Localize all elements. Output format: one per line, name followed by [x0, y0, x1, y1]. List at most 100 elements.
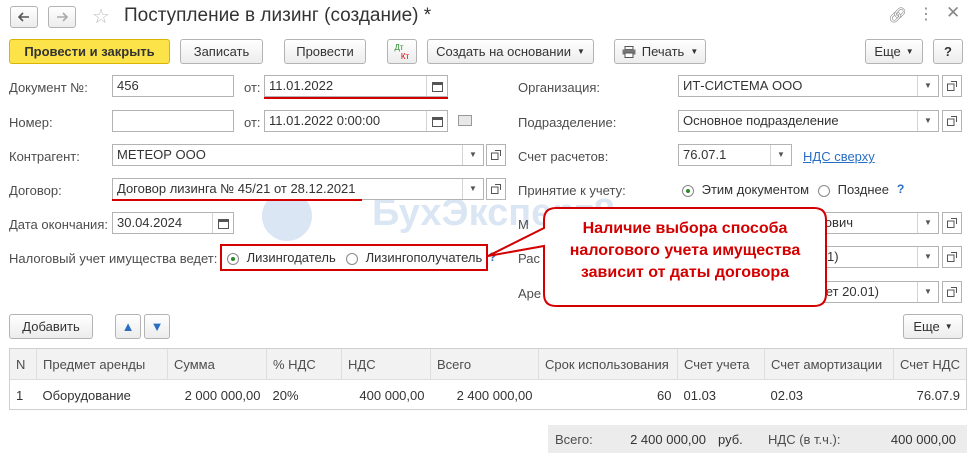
col-account[interactable]: Счет учета [677, 349, 765, 380]
col-n[interactable]: N [10, 349, 37, 380]
col-usage-term[interactable]: Срок использования [538, 349, 678, 380]
col-vat-rate[interactable]: % НДС [266, 349, 342, 380]
forward-button[interactable] [48, 6, 76, 28]
contract-field[interactable]: Договор лизинга № 45/21 от 28.12.2021 ▼ [112, 178, 484, 200]
more-label: Еще [874, 44, 901, 59]
move-down-button[interactable]: ▼ [144, 314, 170, 339]
callout-text: Наличие выбора способа налогового учета … [569, 220, 801, 281]
col-vat-account[interactable]: Счет НДС [893, 349, 966, 380]
calendar-icon[interactable] [426, 76, 447, 96]
col-depreciation-account[interactable]: Счет амортизации [764, 349, 894, 380]
help-button[interactable]: ? [933, 39, 963, 64]
save-button[interactable]: Записать [180, 39, 263, 64]
counterparty-field[interactable]: МЕТЕОР ООО ▼ [112, 144, 484, 166]
chevron-down-icon[interactable]: ▼ [917, 213, 938, 233]
calendar-icon[interactable] [212, 213, 233, 233]
chevron-down-icon: ▼ [576, 47, 585, 56]
vat-total-value: 400 000,00 [890, 432, 956, 447]
close-icon[interactable]: ✕ [946, 3, 960, 23]
post-button[interactable]: Провести [284, 39, 366, 64]
organization-label: Организация: [518, 80, 601, 95]
arrow-left-icon [18, 12, 29, 22]
open-icon [947, 218, 957, 228]
print-button[interactable]: Печать ▼ [614, 39, 706, 64]
open-icon [947, 252, 957, 262]
menu-dots-icon[interactable]: ⋮ [918, 4, 934, 24]
doc-date-value: 11.01.2022 [269, 78, 334, 93]
cell-depreciation-account: 02.03 [770, 387, 804, 403]
doc-date-field[interactable]: 11.01.2022 [264, 75, 448, 97]
tax-option-lessor[interactable]: Лизингодатель [227, 250, 336, 265]
print-label: Печать [641, 44, 685, 59]
chevron-down-icon[interactable]: ▼ [917, 111, 938, 131]
tax-option-lessee-label: Лизингополучатель [365, 250, 483, 265]
organization-field[interactable]: ИТ-СИСТЕМА ООО ▼ [678, 75, 939, 97]
dt-kt-button[interactable]: Дт Кт [387, 39, 417, 64]
col-total[interactable]: Всего [430, 349, 539, 380]
accept-option-this-document[interactable]: Этим документом [682, 182, 809, 197]
table-more-label: Еще [913, 319, 940, 334]
doc-no-field[interactable]: 456 [112, 75, 234, 97]
open-contract-button[interactable] [486, 178, 506, 200]
items-table: N Предмет аренды Сумма % НДС НДС Всего С… [10, 349, 966, 410]
col-item[interactable]: Предмет аренды [36, 349, 168, 380]
col-vat[interactable]: НДС [341, 349, 431, 380]
scan-document-icon[interactable] [458, 115, 472, 126]
chevron-down-icon[interactable]: ▼ [462, 145, 483, 165]
chevron-down-icon[interactable]: ▼ [917, 76, 938, 96]
table-more-button[interactable]: Еще ▼ [903, 314, 963, 339]
number-field[interactable] [112, 110, 234, 132]
chevron-down-icon[interactable]: ▼ [462, 179, 483, 199]
vat-on-top-link[interactable]: НДС сверху [803, 149, 875, 164]
open-row5-button[interactable] [942, 212, 962, 234]
tax-option-lessor-label: Лизингодатель [246, 250, 336, 265]
cell-total: 2 400 000,00 [456, 387, 533, 403]
open-icon [947, 287, 957, 297]
chevron-down-icon[interactable]: ▼ [917, 282, 938, 302]
open-row7-button[interactable] [942, 281, 962, 303]
cell-vat-account: 76.07.9 [916, 387, 960, 403]
settlement-account-field[interactable]: 76.07.1 ▼ [678, 144, 792, 166]
cell-usage-term: 60 [657, 387, 672, 403]
more-button[interactable]: Еще ▼ [865, 39, 923, 64]
open-organization-button[interactable] [942, 75, 962, 97]
tax-option-lessee[interactable]: Лизингополучатель [346, 250, 482, 265]
cell-n: 1 [16, 387, 24, 403]
doc-date-highlight [264, 97, 448, 99]
create-based-on-label: Создать на основании [436, 44, 571, 59]
open-counterparty-button[interactable] [486, 144, 506, 166]
calendar-icon[interactable] [426, 111, 447, 131]
chevron-down-icon[interactable]: ▼ [770, 145, 791, 165]
accept-help-icon[interactable]: ? [897, 182, 904, 196]
number-date-field[interactable]: 11.01.2022 0:00:00 [264, 110, 448, 132]
col-sum[interactable]: Сумма [167, 349, 267, 380]
open-row6-button[interactable] [942, 246, 962, 268]
post-and-close-button[interactable]: Провести и закрыть [9, 39, 170, 64]
radio-unselected-icon [346, 252, 358, 265]
accept-option-this-document-label: Этим документом [701, 182, 810, 197]
cell-item: Оборудование [42, 387, 131, 403]
open-department-button[interactable] [942, 110, 962, 132]
doc-date-from-label: от: [244, 80, 261, 95]
open-icon [491, 150, 501, 160]
row6-value: 1) [827, 249, 839, 264]
move-up-button[interactable]: ▲ [115, 314, 141, 339]
chevron-down-icon: ▼ [905, 47, 914, 56]
contract-highlight [112, 199, 362, 201]
back-button[interactable] [10, 6, 38, 28]
department-field[interactable]: Основное подразделение ▼ [678, 110, 939, 132]
open-icon [947, 116, 957, 126]
number-date-from-label: от: [244, 115, 261, 130]
doc-no-label: Документ №: [9, 80, 88, 95]
table-row[interactable]: 1 Оборудование 2 000 000,00 20% 400 000,… [10, 380, 966, 411]
row7-value: чет 20.01) [819, 284, 879, 299]
add-row-button[interactable]: Добавить [9, 314, 93, 339]
link-icon[interactable]: 🔗︎ [888, 6, 907, 24]
favorite-star-icon[interactable]: ☆ [92, 4, 110, 29]
chevron-down-icon[interactable]: ▼ [917, 247, 938, 267]
chevron-down-icon: ▼ [690, 47, 699, 56]
create-based-on-button[interactable]: Создать на основании ▼ [427, 39, 594, 64]
end-date-field[interactable]: 30.04.2024 [112, 212, 234, 234]
cell-account: 01.03 [683, 387, 717, 403]
accept-option-later[interactable]: Позднее [818, 182, 889, 197]
